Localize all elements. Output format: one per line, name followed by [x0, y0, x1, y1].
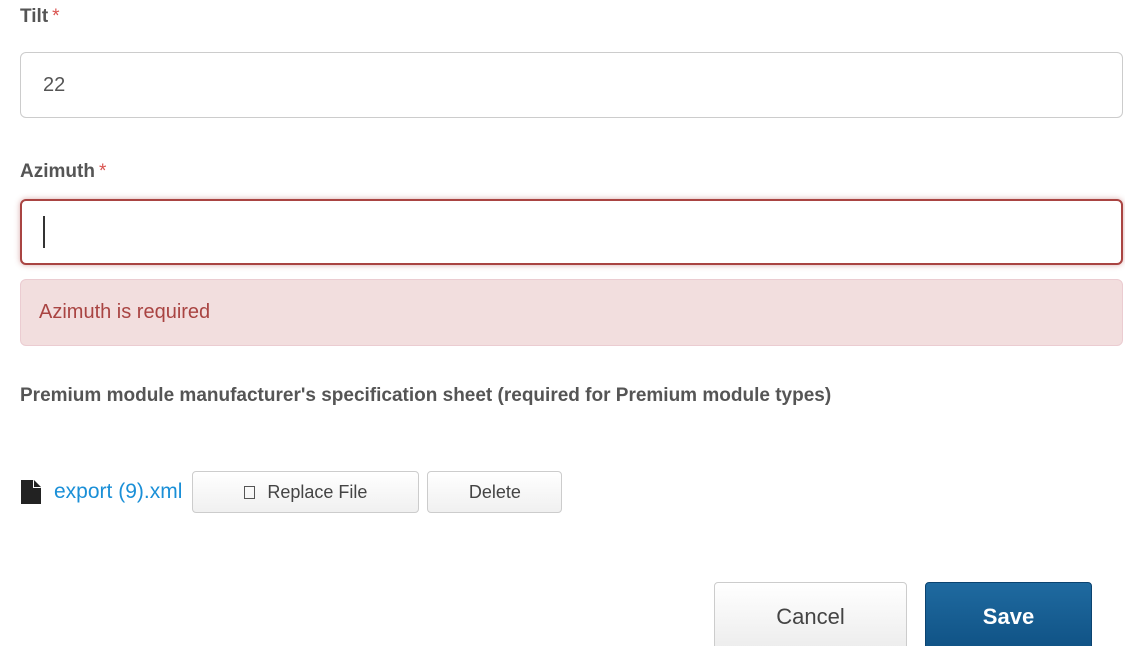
replace-file-icon: [244, 485, 256, 499]
module-form: Tilt* Azimuth* Azimuth is required Premi…: [0, 0, 1125, 646]
replace-file-label: Replace File: [267, 481, 368, 502]
azimuth-label: Azimuth *: [20, 161, 106, 183]
save-button[interactable]: Save: [925, 582, 1092, 646]
delete-file-button[interactable]: Delete: [427, 471, 563, 513]
azimuth-input[interactable]: [20, 199, 1123, 265]
file-icon: [21, 480, 41, 504]
file-link[interactable]: export (9).xml: [54, 480, 182, 504]
tilt-required-mark: *: [52, 6, 60, 27]
azimuth-error-alert: Azimuth is required: [20, 279, 1123, 346]
text-caret: [43, 216, 45, 248]
azimuth-label-text: Azimuth: [20, 161, 95, 182]
file-row: export (9).xml Replace File Delete: [20, 470, 570, 514]
tilt-input[interactable]: [20, 52, 1123, 118]
tilt-label: Tilt *: [20, 6, 60, 28]
azimuth-required-mark: *: [98, 161, 107, 182]
replace-file-button[interactable]: Replace File: [192, 471, 420, 513]
tilt-label-text: Tilt: [20, 6, 49, 27]
spec-sheet-label: Premium module manufacturer's specificat…: [20, 385, 832, 406]
cancel-button[interactable]: Cancel: [714, 582, 907, 646]
